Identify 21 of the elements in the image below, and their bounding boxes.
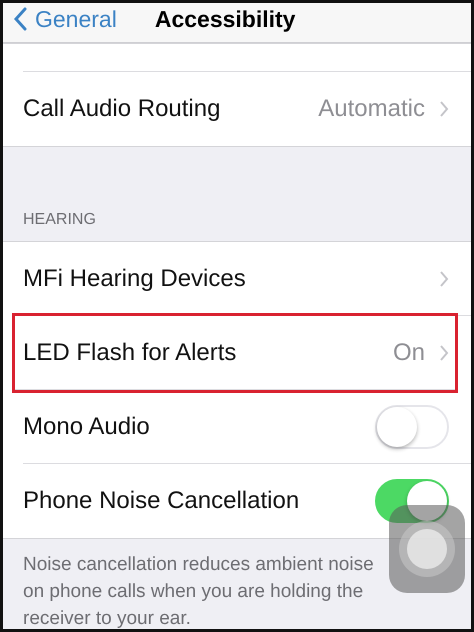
assistive-touch-button[interactable]	[389, 505, 465, 593]
section-header: HEARING	[22, 210, 97, 230]
settings-row[interactable]: Phone Noise Cancellation	[23, 464, 471, 538]
row-label: MFi Hearing Devices	[23, 264, 247, 292]
settings-row[interactable]: LED Flash for Alerts On	[15, 316, 455, 390]
row-value: Automatic	[318, 95, 425, 123]
settings-row[interactable]: MFi Hearing Devices	[23, 242, 471, 316]
row-label: LED Flash for Alerts	[23, 338, 238, 366]
row-label: Call Audio Routing	[23, 95, 222, 123]
row-value: On	[392, 338, 425, 366]
chevron-icon	[439, 100, 449, 118]
back-chevron-icon	[13, 7, 27, 31]
settings-row[interactable]: Mono Audio	[23, 390, 471, 464]
chevron-icon	[439, 344, 449, 362]
toggle-switch[interactable]	[375, 479, 449, 523]
section-footer: Noise cancellation reduces ambient noise on phone calls when you are holding the receiver to your ear.	[3, 539, 387, 629]
page-title: Accessibility	[154, 6, 296, 32]
row-label: Phone Noise Cancellation	[23, 487, 300, 515]
chevron-icon	[439, 270, 449, 288]
back-link[interactable]: General	[13, 6, 117, 32]
row-label: Mono Audio	[23, 412, 151, 440]
